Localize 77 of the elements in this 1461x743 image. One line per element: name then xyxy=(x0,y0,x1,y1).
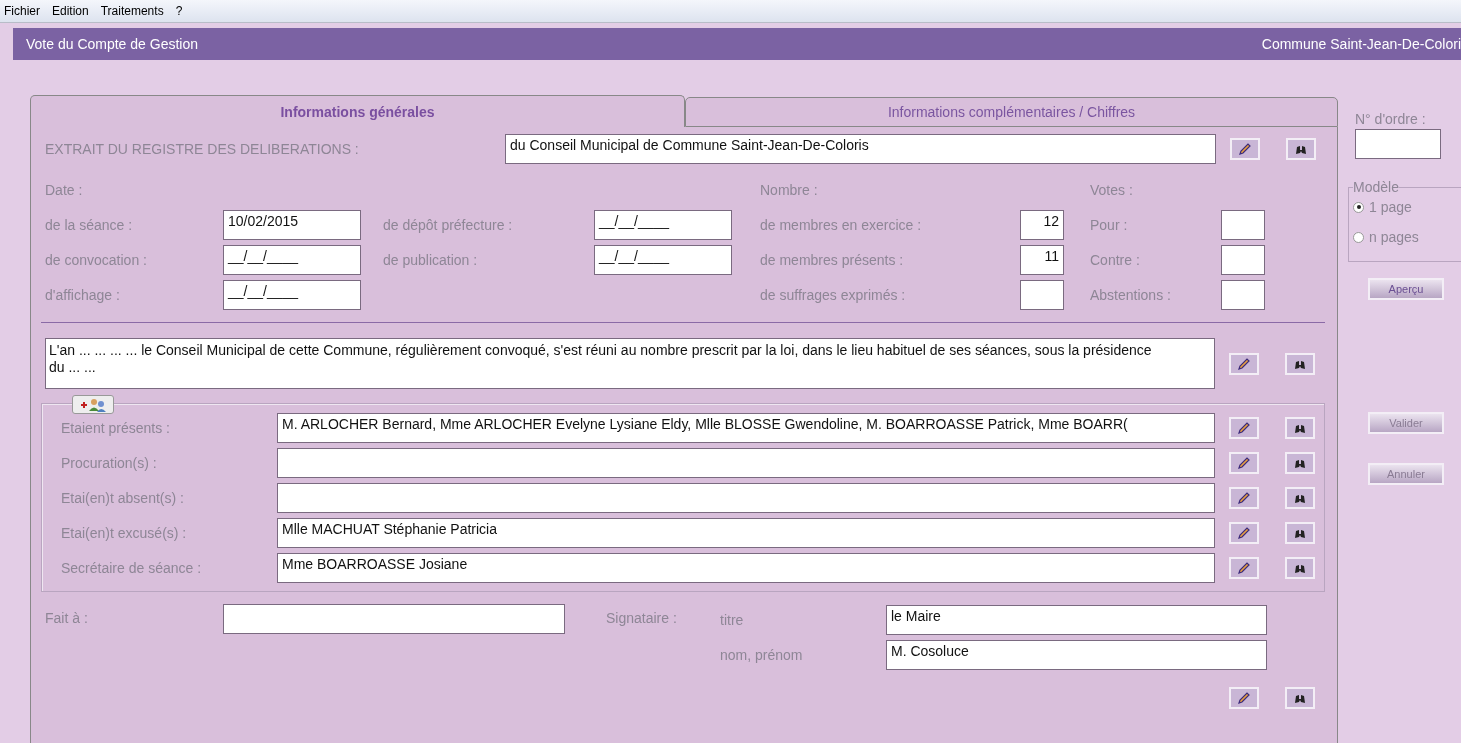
date-field[interactable]: 10/02/2015 xyxy=(223,209,361,240)
field-label: Signataire : xyxy=(606,610,677,626)
field-label: Pour : xyxy=(1090,216,1128,233)
search-button[interactable] xyxy=(1285,451,1315,474)
menu-item[interactable]: Traitements xyxy=(100,4,164,18)
field-label: Contre : xyxy=(1090,251,1140,268)
preamble-text[interactable]: L'an ... ... ... ... le Conseil Municipal de cette Commune, régulièrement convoqué, s'est réuni au nombre prescrit par la loi, dans le lieu habituel de ses séances, sous la présidence du ... ... xyxy=(45,338,1215,389)
search-button[interactable] xyxy=(1285,416,1315,439)
edit-button[interactable] xyxy=(1229,521,1259,544)
input-field[interactable]: Mme BOARROASSE Josiane xyxy=(277,552,1215,583)
field-label: Procuration(s) : xyxy=(61,454,157,471)
input-field[interactable]: le Maire xyxy=(886,604,1267,635)
edit-button[interactable] xyxy=(1229,486,1259,509)
field-label: titre xyxy=(720,611,744,628)
date-field[interactable]: __/__/____ xyxy=(594,209,732,240)
edit-button[interactable] xyxy=(1229,556,1259,579)
field-label: de membres présents : xyxy=(760,251,904,268)
field-label: Etai(en)t excusé(s) : xyxy=(61,524,187,541)
number-field[interactable] xyxy=(1020,279,1064,310)
date-field[interactable]: __/__/____ xyxy=(223,244,361,275)
search-button[interactable] xyxy=(1285,521,1315,544)
field-label: Etai(en)t absent(s) : xyxy=(61,489,184,506)
field-label: N° d'ordre : xyxy=(1355,111,1427,127)
input-field[interactable] xyxy=(277,447,1215,478)
field-label: d'affichage : xyxy=(45,286,120,303)
add-person-icon xyxy=(78,397,108,412)
menu-item[interactable]: Fichier xyxy=(4,4,40,18)
input-field[interactable] xyxy=(277,482,1215,513)
number-field[interactable] xyxy=(1221,209,1265,240)
radio-button[interactable] xyxy=(1353,201,1364,213)
field-label: de membres en exercice : xyxy=(760,216,922,233)
menu-item[interactable]: Edition xyxy=(52,4,89,18)
section-heading: Votes : xyxy=(1090,181,1133,198)
field-label: de la séance : xyxy=(45,216,133,233)
group-title: Modèle xyxy=(1353,179,1399,195)
number-field[interactable] xyxy=(1221,244,1265,275)
window-title: Vote du Compte de Gestion xyxy=(26,36,198,52)
edit-button[interactable] xyxy=(1229,416,1259,439)
search-button[interactable] xyxy=(1285,352,1315,375)
add-person-button[interactable] xyxy=(72,395,114,414)
field-label: Secrétaire de séance : xyxy=(61,559,202,576)
order-number-field[interactable] xyxy=(1355,129,1441,159)
input-field[interactable]: M. ARLOCHER Bernard, Mme ARLOCHER Evelyne Lysiane Eldy, Mlle BLOSSE Gwendoline, M. BOARROASSE Patrick, Mme BOARR( xyxy=(277,412,1215,443)
field-label: Abstentions : xyxy=(1090,286,1171,303)
radio-button[interactable] xyxy=(1353,231,1364,243)
field-label: nom, prénom xyxy=(720,646,803,663)
menu-item[interactable]: ? xyxy=(175,4,183,18)
search-button[interactable] xyxy=(1285,686,1315,709)
search-button[interactable] xyxy=(1285,486,1315,509)
input-field[interactable]: M. Cosoluce xyxy=(886,639,1267,670)
field-label: Etaient présents : xyxy=(61,419,170,436)
section-heading: Nombre : xyxy=(760,181,818,198)
section-heading: Date : xyxy=(45,181,83,198)
commune-name: Commune Saint-Jean-De-Colori xyxy=(1261,36,1461,52)
tab[interactable]: Informations générales xyxy=(30,95,685,127)
input-field[interactable]: Mlle MACHUAT Stéphanie Patricia xyxy=(277,517,1215,548)
tab[interactable]: Informations complémentaires / Chiffres xyxy=(685,97,1338,127)
field-label: EXTRAIT DU REGISTRE DES DELIBERATIONS : xyxy=(45,140,359,157)
number-field[interactable]: 12 xyxy=(1020,209,1064,240)
field-label: de dépôt préfecture : xyxy=(383,216,513,233)
edit-button[interactable] xyxy=(1229,686,1259,709)
edit-button[interactable] xyxy=(1229,352,1259,375)
number-field[interactable]: 11 xyxy=(1020,244,1064,275)
date-field[interactable]: __/__/____ xyxy=(594,244,732,275)
field-label: de suffrages exprimés : xyxy=(760,286,906,303)
field-label: de convocation : xyxy=(45,251,147,268)
date-field[interactable]: __/__/____ xyxy=(223,279,361,310)
search-button[interactable] xyxy=(1286,137,1316,160)
input-field[interactable] xyxy=(223,604,565,634)
edit-button[interactable] xyxy=(1229,451,1259,474)
search-button[interactable] xyxy=(1285,556,1315,579)
field-label: Fait à : xyxy=(45,610,88,626)
edit-button[interactable] xyxy=(1230,137,1260,160)
action-button[interactable]: Aperçu xyxy=(1368,278,1444,300)
input-field[interactable]: du Conseil Municipal de Commune Saint-Jean-De-Coloris xyxy=(505,133,1216,164)
field-label: de publication : xyxy=(383,251,478,268)
number-field[interactable] xyxy=(1221,279,1265,310)
